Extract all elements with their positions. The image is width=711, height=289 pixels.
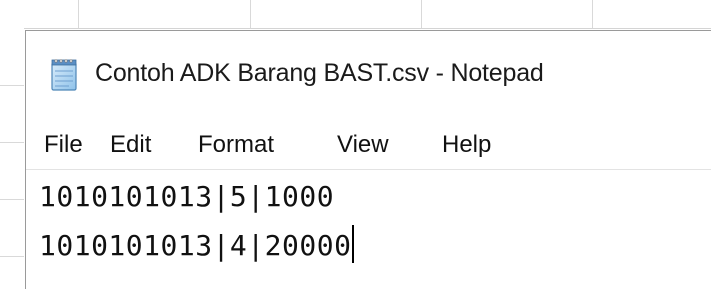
- text-line-content: 1010101013|4|20000: [39, 229, 352, 262]
- text-line: 1010101013|4|20000: [39, 225, 355, 263]
- spreadsheet-row-divider: [0, 199, 24, 200]
- spreadsheet-column-divider: [78, 0, 79, 28]
- spreadsheet-row-divider: [0, 85, 24, 86]
- menu-file[interactable]: File: [44, 131, 83, 159]
- text-line: 1010101013|5|1000: [39, 180, 334, 213]
- title-bar[interactable]: Contoh ADK Barang BAST.csv - Notepad: [26, 31, 711, 119]
- spreadsheet-row-divider: [0, 256, 24, 257]
- spreadsheet-row-divider: [0, 142, 24, 143]
- spreadsheet-row-background: [0, 28, 24, 289]
- spreadsheet-column-divider: [592, 0, 593, 28]
- text-line-content: 1010101013|5|1000: [39, 180, 335, 213]
- menu-view[interactable]: View: [337, 131, 389, 159]
- spreadsheet-column-divider: [250, 0, 251, 28]
- spreadsheet-header-background: [0, 0, 711, 29]
- spreadsheet-column-divider: [421, 0, 422, 28]
- notepad-window[interactable]: Contoh ADK Barang BAST.csv - Notepad Fil…: [25, 30, 711, 289]
- menu-format[interactable]: Format: [198, 131, 274, 159]
- window-title: Contoh ADK Barang BAST.csv - Notepad: [95, 59, 544, 87]
- text-cursor: [352, 225, 355, 263]
- screen: Contoh ADK Barang BAST.csv - Notepad Fil…: [0, 0, 711, 289]
- menu-edit[interactable]: Edit: [110, 131, 151, 159]
- menu-help[interactable]: Help: [442, 131, 491, 159]
- notepad-icon[interactable]: [49, 57, 79, 91]
- menu-bar: File Edit Format View Help: [26, 121, 711, 170]
- text-editor-area[interactable]: 1010101013|5|1000 1010101013|4|20000: [26, 170, 711, 289]
